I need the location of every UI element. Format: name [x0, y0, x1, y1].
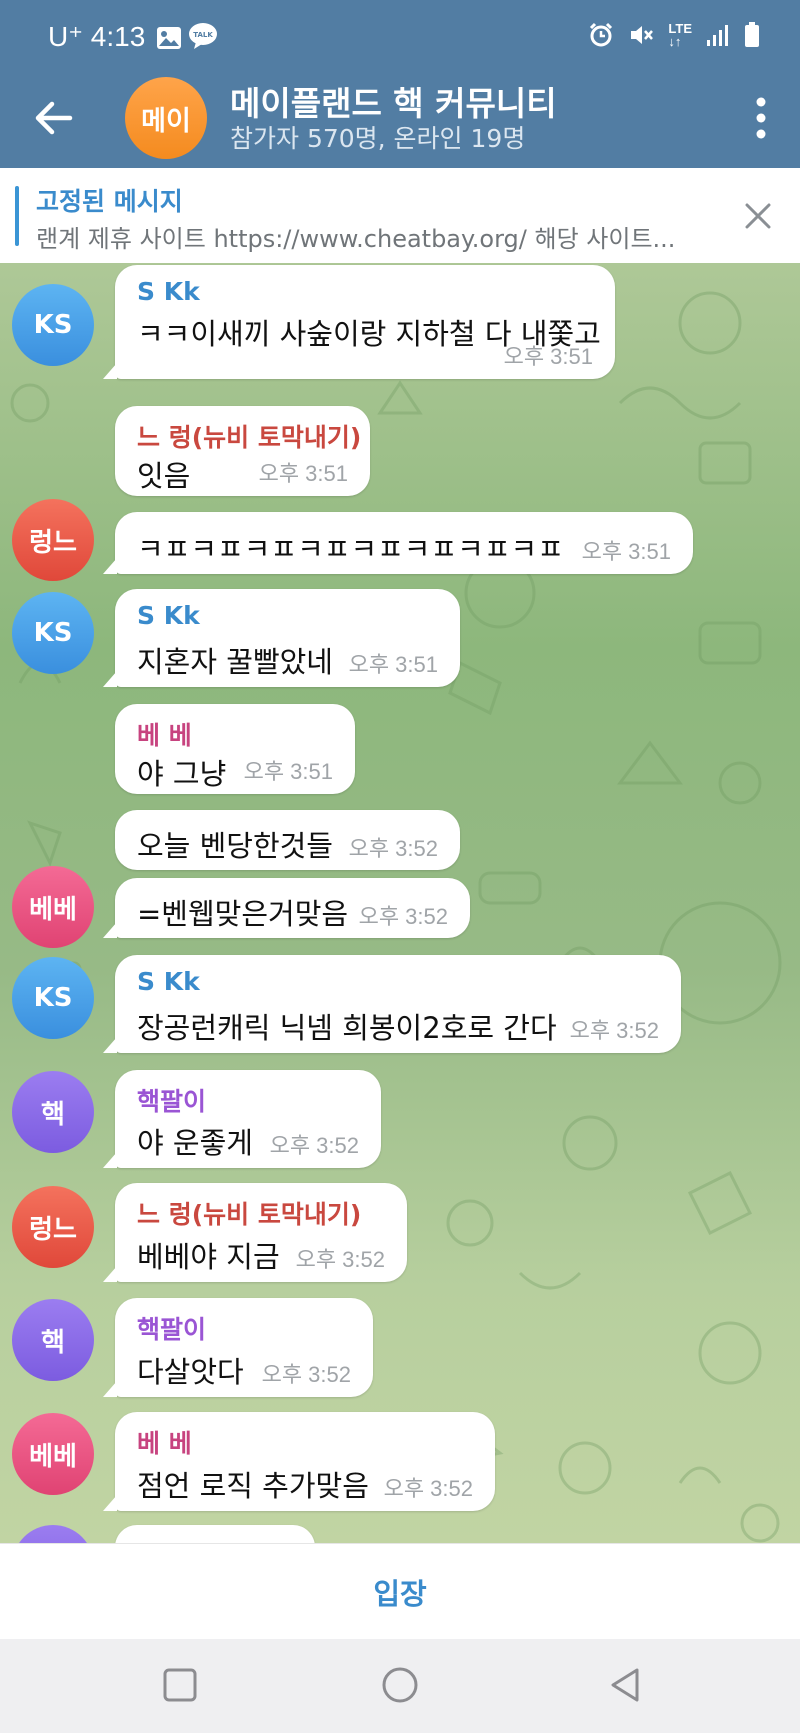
message-bubble[interactable]: 느 렁(뉴비 토막내기) 잇음 오후 3:51	[115, 406, 370, 496]
message-time: 오후 3:52	[569, 1018, 659, 1043]
message-text: 오늘 벤당한것들	[137, 829, 333, 863]
carrier-label: U⁺	[48, 21, 83, 52]
status-icons: LTE ↓↑	[588, 22, 760, 48]
message-sender[interactable]: 베 베	[137, 716, 192, 752]
message-time: 오후 3:51	[258, 461, 348, 486]
message-sender[interactable]: 핵팔이	[137, 1310, 206, 1346]
message-bubble[interactable]: S Kk 장공런캐릭 닉넴 희봉이2호로 간다 오후 3:52	[103, 955, 681, 1053]
message-time: 오후 3:52	[261, 1362, 351, 1387]
close-icon[interactable]	[744, 202, 772, 230]
message-time: 오후 3:52	[358, 904, 448, 929]
battery-icon	[745, 22, 759, 47]
join-button[interactable]: 입장	[0, 1544, 800, 1640]
avatar[interactable]: 베베	[12, 1413, 94, 1495]
lte-indicator: LTE ↓↑	[668, 22, 692, 48]
message-time: 오후 3:51	[581, 539, 671, 564]
message-sender[interactable]: 느 렁(뉴비 토막내기)	[137, 1195, 361, 1231]
message-bubble[interactable]: S Kk ㅋㅋ이새끼 사숲이랑 지하철 다 내쫓고 오후 3:51	[103, 265, 615, 379]
message-text: 베베야 지금	[137, 1240, 280, 1274]
status-carrier-time: U⁺ 4:13	[48, 20, 145, 53]
message-bubble[interactable]: ㅋㅍㅋㅍㅋㅍㅋㅍㅋㅍㅋㅍㅋㅍㅋㅍ 오후 3:51	[103, 512, 693, 574]
back-arrow-icon[interactable]	[28, 93, 78, 143]
message-bubble[interactable]: 느 렁(뉴비 토막내기) 베베야 지금 오후 3:52	[103, 1183, 407, 1282]
avatar[interactable]: 베베	[12, 866, 94, 948]
avatar[interactable]: KS	[12, 284, 94, 366]
alarm-icon	[590, 22, 613, 47]
message-time: 오후 3:51	[503, 344, 593, 369]
message-text: 다살앗다	[137, 1355, 244, 1389]
group-avatar[interactable]: 메이	[125, 77, 207, 159]
message-bubble[interactable]: S Kk 지혼자 꿀빨았네 오후 3:51	[103, 589, 460, 687]
avatar[interactable]: KS	[12, 957, 94, 1039]
avatar[interactable]: 핵	[12, 1071, 94, 1153]
data-arrows-icon: ↓↑	[668, 34, 682, 49]
back-icon[interactable]	[605, 1665, 645, 1705]
message-time: 오후 3:52	[295, 1247, 385, 1272]
message-sender[interactable]: S Kk	[137, 601, 200, 630]
message-sender[interactable]: 베 베	[137, 1424, 192, 1460]
message-time: 오후 3:52	[383, 1476, 473, 1501]
group-title[interactable]: 메이플랜드 핵 커뮤니티	[230, 77, 557, 125]
signal-icon	[707, 25, 728, 46]
message-bubble[interactable]: 베 베 야 그냥 오후 3:51	[115, 704, 355, 794]
avatar[interactable]: 렁느	[12, 499, 94, 581]
message-sender[interactable]: 느 렁(뉴비 토막내기)	[137, 418, 361, 454]
avatar[interactable]: KS	[12, 592, 94, 674]
message-bubble[interactable]: 핵팔이 다살앗다 오후 3:52	[103, 1298, 373, 1397]
group-member-count: 참가자 570명, 온라인 19명	[230, 124, 526, 153]
message-bubble[interactable]: =벤웹맞은거맞음 오후 3:52	[103, 878, 470, 938]
message-text: 야 그냥	[137, 757, 227, 791]
message-text: 점언 로직 추가맞음	[137, 1469, 369, 1503]
join-bar: 입장	[0, 1543, 800, 1640]
message-bubble[interactable]: 베 베 점언 로직 추가맞음 오후 3:52	[103, 1412, 495, 1511]
recent-apps-icon[interactable]	[160, 1665, 200, 1705]
status-bar: U⁺ 4:13 TALK LTE ↓↑	[0, 0, 800, 75]
home-icon[interactable]	[380, 1665, 420, 1705]
message-sender[interactable]: S Kk	[137, 277, 200, 306]
message-text: 장공런캐릭 닉넴 희봉이2호로 간다	[137, 1011, 557, 1045]
kakaotalk-icon: TALK	[189, 23, 217, 49]
more-menu-icon[interactable]	[754, 95, 768, 141]
message-time: 오후 3:52	[348, 836, 438, 861]
message-time: 오후 3:51	[243, 759, 333, 784]
pinned-message-bar[interactable]: 고정된 메시지 랜계 제휴 사이트 https://www.cheatbay.o…	[0, 168, 800, 263]
message-sender[interactable]: S Kk	[137, 967, 200, 996]
pinned-text: 랜계 제휴 사이트 https://www.cheatbay.org/ 해당 사…	[36, 225, 676, 253]
clock: 4:13	[90, 21, 146, 52]
svg-text:TALK: TALK	[193, 31, 213, 39]
chat-header: 메이 메이플랜드 핵 커뮤니티 참가자 570명, 온라인 19명	[0, 75, 800, 168]
message-time: 오후 3:51	[348, 652, 438, 677]
message-text: 야 운좋게	[137, 1126, 253, 1160]
mute-icon	[631, 26, 654, 44]
message-time: 오후 3:52	[269, 1133, 359, 1158]
message-bubble[interactable]: 오늘 벤당한것들 오후 3:52	[115, 810, 460, 870]
message-text: =벤웹맞은거맞음	[137, 897, 349, 931]
system-nav-bar	[0, 1639, 800, 1733]
gallery-icon	[157, 27, 181, 49]
message-text: ㅋㅍㅋㅍㅋㅍㅋㅍㅋㅍㅋㅍㅋㅍㅋㅍ	[137, 532, 564, 566]
message-text: 잇음	[137, 459, 191, 493]
avatar[interactable]: 렁느	[12, 1186, 94, 1268]
pinned-indicator	[15, 186, 19, 246]
message-list[interactable]: S Kk ㅋㅋ이새끼 사숲이랑 지하철 다 내쫓고 오후 3:51 KS 느 렁…	[0, 263, 800, 1543]
message-text: 지혼자 꿀빨았네	[137, 645, 333, 679]
avatar[interactable]: 핵	[12, 1299, 94, 1381]
message-sender[interactable]: 핵팔이	[137, 1082, 206, 1118]
pinned-title: 고정된 메시지	[36, 187, 183, 216]
message-bubble[interactable]	[115, 1525, 315, 1543]
message-bubble[interactable]: 핵팔이 야 운좋게 오후 3:52	[103, 1070, 381, 1168]
